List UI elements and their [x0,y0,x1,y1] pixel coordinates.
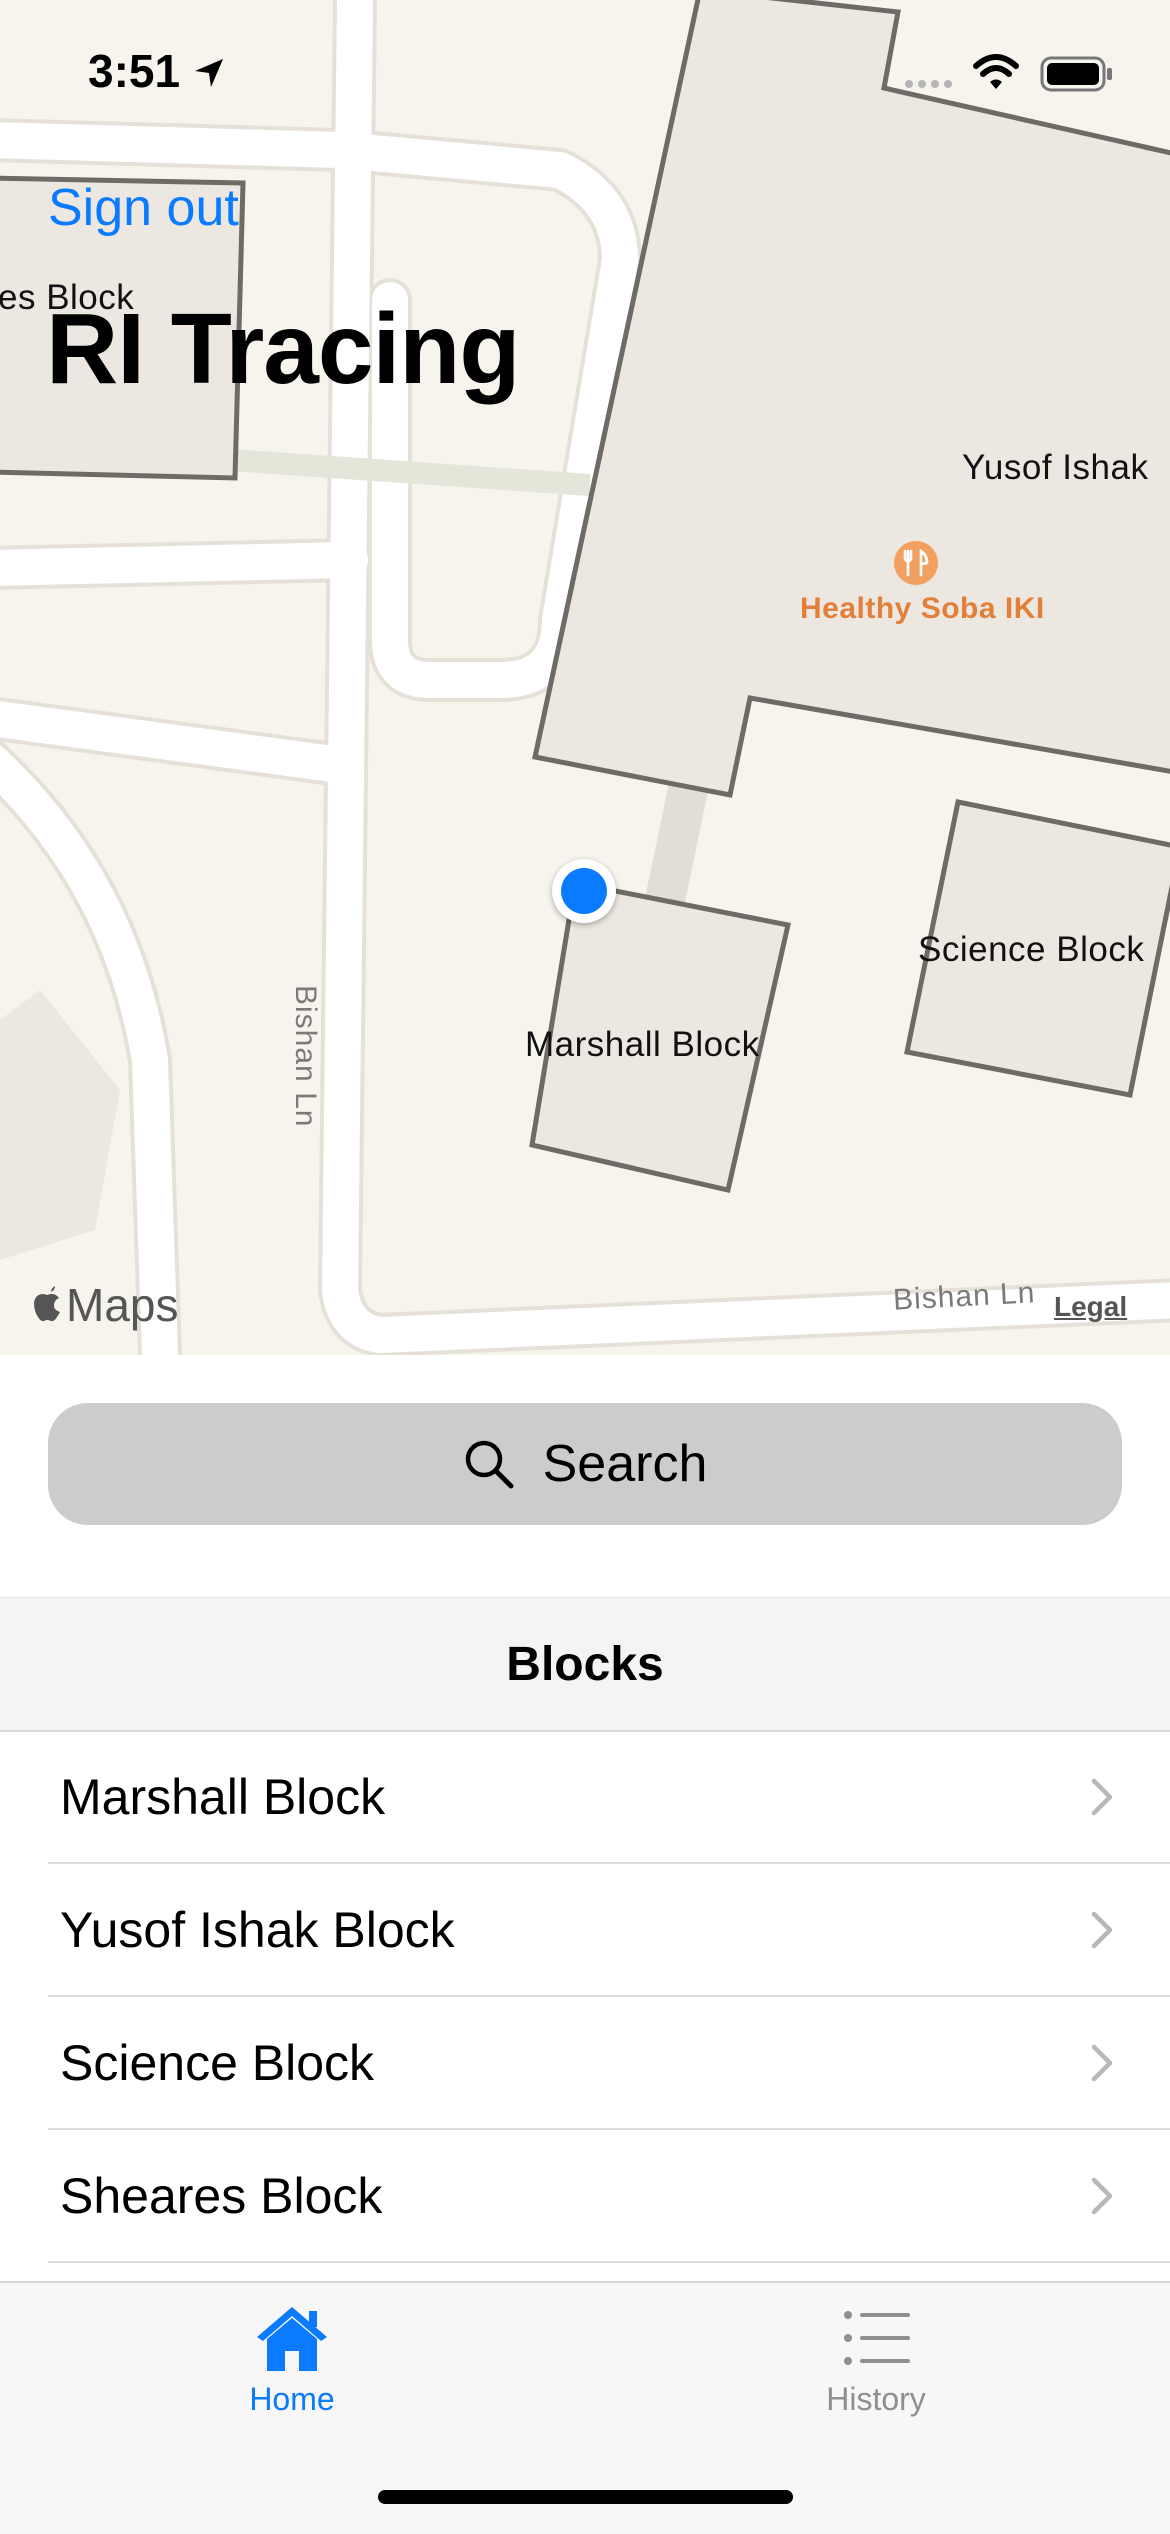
list-item[interactable]: Sheares Block [48,2130,1170,2263]
tab-home-label: Home [249,2381,335,2417]
search-label: Search [542,1435,708,1493]
maps-attribution: Maps [30,1278,178,1332]
blocks-section-title: Blocks [506,1637,664,1691]
chevron-right-icon [1091,2177,1113,2215]
poi-label[interactable]: Healthy Soba IKI [800,592,1045,626]
map-label-science: Science Block [918,930,1145,969]
tab-history-label: History [826,2381,926,2417]
blocks-list: Marshall Block Yusof Ishak Block Science… [0,1731,1170,2263]
tab-history[interactable]: History [776,2303,976,2418]
apple-logo-icon [34,1286,60,1322]
list-item[interactable]: Yusof Ishak Block [48,1864,1170,1997]
list-item[interactable]: Marshall Block [48,1731,1170,1864]
list-item[interactable]: Science Block [48,1997,1170,2130]
list-icon [844,2311,910,2365]
wifi-icon [973,54,1019,89]
chevron-right-icon [1091,1911,1113,1949]
map-label-marshall: Marshall Block [525,1025,760,1064]
blocks-section-header: Blocks [0,1597,1170,1732]
maps-brand-text: Maps [66,1279,179,1331]
cellular-signal-icon [905,80,952,88]
search-icon [465,1440,514,1489]
list-item-label: Sheares Block [60,2167,383,2224]
home-indicator[interactable] [378,2490,793,2504]
user-location-dot [552,859,616,923]
legal-link[interactable]: Legal [1054,1291,1127,1323]
road-label-vertical: Bishan Ln [289,985,322,1128]
restaurant-pin-icon[interactable] [894,541,938,585]
status-time: 3:51 [88,45,181,97]
chevron-right-icon [1091,2044,1113,2082]
chevron-right-icon [1091,1778,1113,1816]
house-icon [257,2307,327,2371]
signout-button[interactable]: Sign out [48,178,239,238]
map-label-yusof: Yusof Ishak [962,448,1149,487]
battery-icon [1040,56,1112,92]
location-arrow-icon [195,59,223,87]
list-item-label: Yusof Ishak Block [60,1901,455,1958]
page-title: RI Tracing [46,293,520,405]
tab-home[interactable]: Home [192,2303,392,2418]
list-item-label: Marshall Block [60,1768,386,1825]
search-button[interactable]: Search [48,1403,1122,1525]
list-item-label: Science Block [60,2034,375,2091]
